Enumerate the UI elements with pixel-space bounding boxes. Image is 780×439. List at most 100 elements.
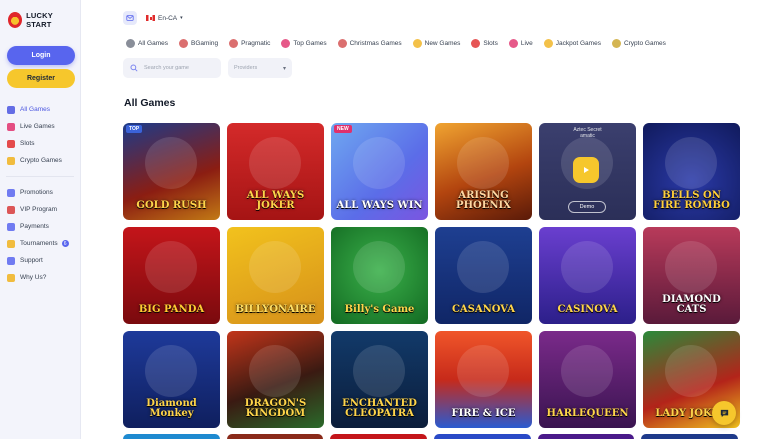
sidebar-item-all-games[interactable]: All Games <box>6 101 74 118</box>
sidebar-item-tournaments[interactable]: Tournaments 6 <box>6 235 74 252</box>
demo-button[interactable]: Demo <box>568 201 606 213</box>
sidebar-item-support[interactable]: Support <box>6 252 74 269</box>
sidebar-item-payments[interactable]: Payments <box>6 218 74 235</box>
game-tile[interactable]: NEW ALL WAYS WIN <box>331 123 428 220</box>
register-button[interactable]: Register <box>7 69 75 88</box>
game-tile[interactable]: BELLS ON FIRE ROMBO <box>643 123 740 220</box>
game-tile[interactable] <box>226 434 324 439</box>
top-games-icon <box>281 38 291 48</box>
search-input[interactable] <box>144 65 214 71</box>
game-art <box>665 345 717 397</box>
chevron-down-icon: ▾ <box>282 65 286 72</box>
game-tile[interactable]: HARLEQUEEN <box>539 331 636 428</box>
slots-icon <box>7 139 15 148</box>
game-tile[interactable]: BILLYONAIRE <box>227 227 324 324</box>
providers-label: Providers <box>234 65 258 71</box>
tab-label: All Games <box>138 39 168 47</box>
sidebar-item-label: Crypto Games <box>20 157 62 164</box>
why-us-icon <box>7 273 15 282</box>
category-fade <box>700 34 740 52</box>
christmas-icon <box>337 38 347 48</box>
chevron-down-icon: ▾ <box>180 15 183 21</box>
live-icon <box>508 38 518 48</box>
game-tile[interactable]: ARISING PHOENIX <box>435 123 532 220</box>
tab-all-games[interactable]: All Games <box>126 38 168 48</box>
brand-logo[interactable]: LUCKY START <box>8 8 74 32</box>
game-tile[interactable]: Billy's Game <box>331 227 428 324</box>
sidebar-item-slots[interactable]: Slots <box>6 135 74 152</box>
tab-christmas-games[interactable]: Christmas Games <box>337 38 402 48</box>
game-tag-badge: NEW <box>334 125 352 133</box>
tab-crypto-games[interactable]: Crypto Games <box>611 38 666 48</box>
game-tile[interactable]: FIRE & ICE <box>435 331 532 428</box>
bgaming-icon <box>178 38 188 48</box>
sidebar-item-label: Promotions <box>20 189 53 196</box>
game-hover-provider: amatic <box>580 133 595 140</box>
login-button[interactable]: Login <box>7 46 75 65</box>
game-title: DIAMOND CATS <box>662 294 721 315</box>
game-art <box>353 345 405 397</box>
game-title: BIG PANDA <box>138 304 205 315</box>
play-button[interactable] <box>573 157 599 183</box>
game-tile[interactable]: ALL WAYS JOKER <box>227 123 324 220</box>
grid-icon <box>126 38 135 48</box>
locale-label: En-CA <box>158 14 178 22</box>
tab-label: Jackpot Games <box>555 39 601 47</box>
game-tile[interactable]: DIAMOND CATS <box>643 227 740 324</box>
game-tile[interactable] <box>641 434 739 439</box>
game-tile[interactable]: DRAGON'S KINGDOM <box>227 331 324 428</box>
game-tile[interactable] <box>537 434 635 439</box>
search-box[interactable] <box>123 58 221 78</box>
tab-slots[interactable]: Slots <box>471 38 498 48</box>
live-games-icon <box>7 122 15 131</box>
mail-icon[interactable] <box>123 11 137 25</box>
sidebar-item-live-games[interactable]: Live Games <box>6 118 74 135</box>
game-art <box>457 241 509 293</box>
games-grid-next-row <box>123 434 739 439</box>
sidebar-item-vip-program[interactable]: VIP Program <box>6 201 74 218</box>
providers-dropdown[interactable]: Providers ▾ <box>228 58 292 78</box>
sidebar-item-label: All Games <box>20 106 50 113</box>
game-art <box>249 137 301 189</box>
tab-jackpot-games[interactable]: Jackpot Games <box>543 38 601 48</box>
tab-new-games[interactable]: New Games <box>412 38 460 48</box>
game-tile[interactable] <box>123 434 220 439</box>
tab-live[interactable]: Live <box>508 38 533 48</box>
game-art <box>145 241 197 293</box>
sidebar-item-label: Support <box>20 257 43 264</box>
game-tag-badge: TOP <box>126 125 143 133</box>
sidebar-item-why-us[interactable]: Why Us? <box>6 269 74 286</box>
chat-icon <box>720 409 728 417</box>
tab-bgaming[interactable]: BGaming <box>178 38 218 48</box>
game-art <box>561 241 613 293</box>
locale-selector[interactable]: En-CA ▾ <box>146 15 183 22</box>
game-tile[interactable]: Aztec Secret amatic Demo <box>539 123 636 220</box>
promotions-icon <box>7 188 15 197</box>
games-grid: TOP GOLD RUSH ALL WAYS JOKER NEW ALL WAYS WI… <box>123 123 740 428</box>
game-tile[interactable]: ENCHANTED CLEOPATRA <box>331 331 428 428</box>
sidebar-item-label: Tournaments <box>20 240 58 247</box>
game-tile[interactable]: CASANOVA <box>435 227 532 324</box>
game-tile[interactable]: CASINOVA <box>539 227 636 324</box>
game-title: CASANOVA <box>451 304 516 315</box>
game-tile[interactable] <box>434 434 531 439</box>
game-tile[interactable]: Diamond Monkey <box>123 331 220 428</box>
sidebar-item-crypto-games[interactable]: Crypto Games <box>6 152 74 169</box>
brand-name: LUCKY START <box>26 11 53 29</box>
tournaments-count-badge: 6 <box>61 240 69 247</box>
game-tile[interactable]: TOP GOLD RUSH <box>123 123 220 220</box>
game-tile[interactable]: BIG PANDA <box>123 227 220 324</box>
chat-button[interactable] <box>712 401 736 425</box>
sidebar-item-promotions[interactable]: Promotions <box>6 184 74 201</box>
new-games-icon <box>412 38 422 48</box>
game-title: BILLYONAIRE <box>235 304 316 315</box>
tab-top-games[interactable]: Top Games <box>281 38 327 48</box>
crypto-icon <box>7 156 15 165</box>
sidebar-item-label: Slots <box>20 140 35 147</box>
search-icon <box>130 64 138 72</box>
game-art <box>561 345 613 397</box>
tab-pragmatic[interactable]: Pragmatic <box>229 38 270 48</box>
game-tile[interactable] <box>330 434 428 439</box>
all-games-icon <box>7 105 15 114</box>
support-icon <box>7 256 15 265</box>
